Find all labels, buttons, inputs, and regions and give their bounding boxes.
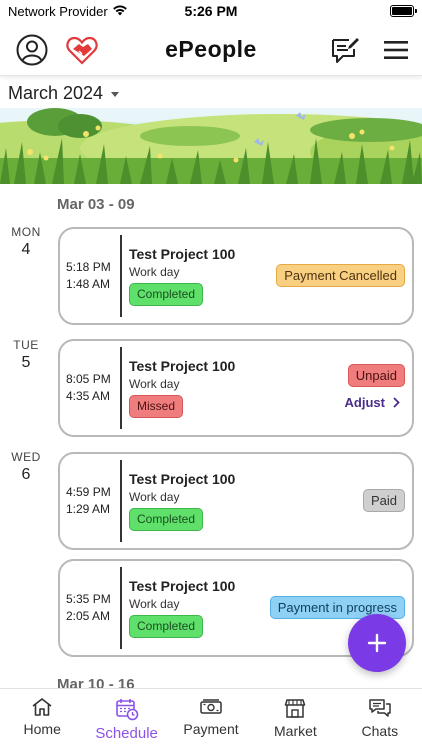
- adjust-label: Adjust: [344, 395, 385, 410]
- status-badge: Completed: [129, 283, 204, 306]
- payment-badge: Unpaid: [347, 364, 405, 387]
- shift-title: Test Project 100: [129, 471, 236, 487]
- shift-end-time: 4:35 AM: [66, 389, 111, 403]
- shift-times: 4:59 PM 1:29 AM: [66, 484, 116, 518]
- day-number: 6: [21, 466, 31, 483]
- week-header: Mar 03 - 09: [57, 196, 135, 213]
- day-label-wed: WED 6: [0, 450, 52, 484]
- payment-badge: Paid: [362, 489, 405, 512]
- shift-card[interactable]: 8:05 PM 4:35 AM Test Project 100 Work da…: [58, 339, 414, 437]
- nav-market[interactable]: Market: [253, 689, 337, 750]
- shift-subtitle: Work day: [129, 597, 180, 611]
- bottom-nav: Home Schedule Payment Market Chats: [0, 688, 422, 750]
- shift-end-time: 1:29 AM: [66, 502, 111, 516]
- day-name: TUE: [13, 338, 39, 352]
- nav-label: Chats: [361, 723, 399, 739]
- shift-times: 5:35 PM 2:05 AM: [66, 591, 116, 625]
- nav-label: Payment: [183, 721, 239, 737]
- nav-label: Home: [23, 721, 61, 737]
- shift-times: 8:05 PM 4:35 AM: [66, 371, 116, 405]
- month-selector[interactable]: March 2024: [8, 80, 120, 106]
- shift-start-time: 8:05 PM: [66, 372, 111, 386]
- nav-home[interactable]: Home: [0, 689, 84, 750]
- storefront-icon: [285, 699, 306, 718]
- day-number: 5: [21, 354, 31, 371]
- shift-times: 5:18 PM 1:48 AM: [66, 259, 116, 293]
- handshake-heart-logo-icon[interactable]: [66, 35, 98, 65]
- day-number: 4: [21, 241, 31, 258]
- shift-title: Test Project 100: [129, 578, 236, 594]
- shift-title: Test Project 100: [129, 246, 236, 262]
- chat-bubbles-icon: [369, 699, 391, 717]
- shift-start-time: 5:18 PM: [66, 260, 111, 274]
- shift-subtitle: Work day: [129, 490, 180, 504]
- shift-start-time: 5:35 PM: [66, 592, 111, 606]
- battery-icon: [390, 5, 417, 17]
- carrier-label: Network Provider: [8, 3, 108, 19]
- carrier-group: Network Provider: [8, 4, 128, 19]
- nav-schedule[interactable]: Schedule: [84, 689, 168, 750]
- nav-payment[interactable]: Payment: [169, 689, 253, 750]
- shift-card[interactable]: 5:18 PM 1:48 AM Test Project 100 Work da…: [58, 227, 414, 325]
- nav-label: Schedule: [95, 725, 158, 742]
- shift-title: Test Project 100: [129, 358, 236, 374]
- day-name: MON: [11, 225, 41, 239]
- day-label-tue: TUE 5: [0, 338, 52, 372]
- profile-icon[interactable]: [16, 34, 48, 66]
- nav-label: Market: [274, 723, 317, 739]
- day-label-mon: MON 4: [0, 225, 52, 259]
- wifi-icon: [112, 4, 128, 19]
- status-badge: Missed: [129, 395, 184, 418]
- shift-start-time: 4:59 PM: [66, 485, 111, 499]
- cash-icon: [200, 699, 222, 714]
- card-divider: [120, 347, 122, 429]
- add-shift-button[interactable]: [348, 614, 406, 672]
- status-badge: Completed: [129, 508, 204, 531]
- chevron-right-icon: [393, 397, 400, 408]
- home-icon: [32, 698, 52, 716]
- card-divider: [120, 460, 122, 542]
- app-header: ePeople: [0, 24, 422, 76]
- status-bar: Network Provider 5:26 PM: [0, 0, 422, 22]
- shift-card[interactable]: 4:59 PM 1:29 AM Test Project 100 Work da…: [58, 452, 414, 550]
- payment-badge: Payment Cancelled: [276, 264, 405, 287]
- card-divider: [120, 235, 122, 317]
- nav-chats[interactable]: Chats: [338, 689, 422, 750]
- shift-subtitle: Work day: [129, 377, 180, 391]
- day-name: WED: [11, 450, 41, 464]
- month-label: March 2024: [8, 82, 104, 103]
- adjust-link[interactable]: Adjust: [345, 395, 400, 410]
- plus-icon: [367, 633, 387, 653]
- card-divider: [120, 567, 122, 649]
- chevron-down-icon: [111, 91, 120, 97]
- calendar-clock-icon: [115, 699, 138, 721]
- meadow-banner-image: [0, 108, 422, 184]
- shift-end-time: 1:48 AM: [66, 277, 111, 291]
- hamburger-menu-icon[interactable]: [384, 40, 408, 59]
- status-badge: Completed: [129, 615, 204, 638]
- shift-subtitle: Work day: [129, 265, 180, 279]
- shift-end-time: 2:05 AM: [66, 609, 111, 623]
- compose-message-icon[interactable]: [330, 35, 360, 65]
